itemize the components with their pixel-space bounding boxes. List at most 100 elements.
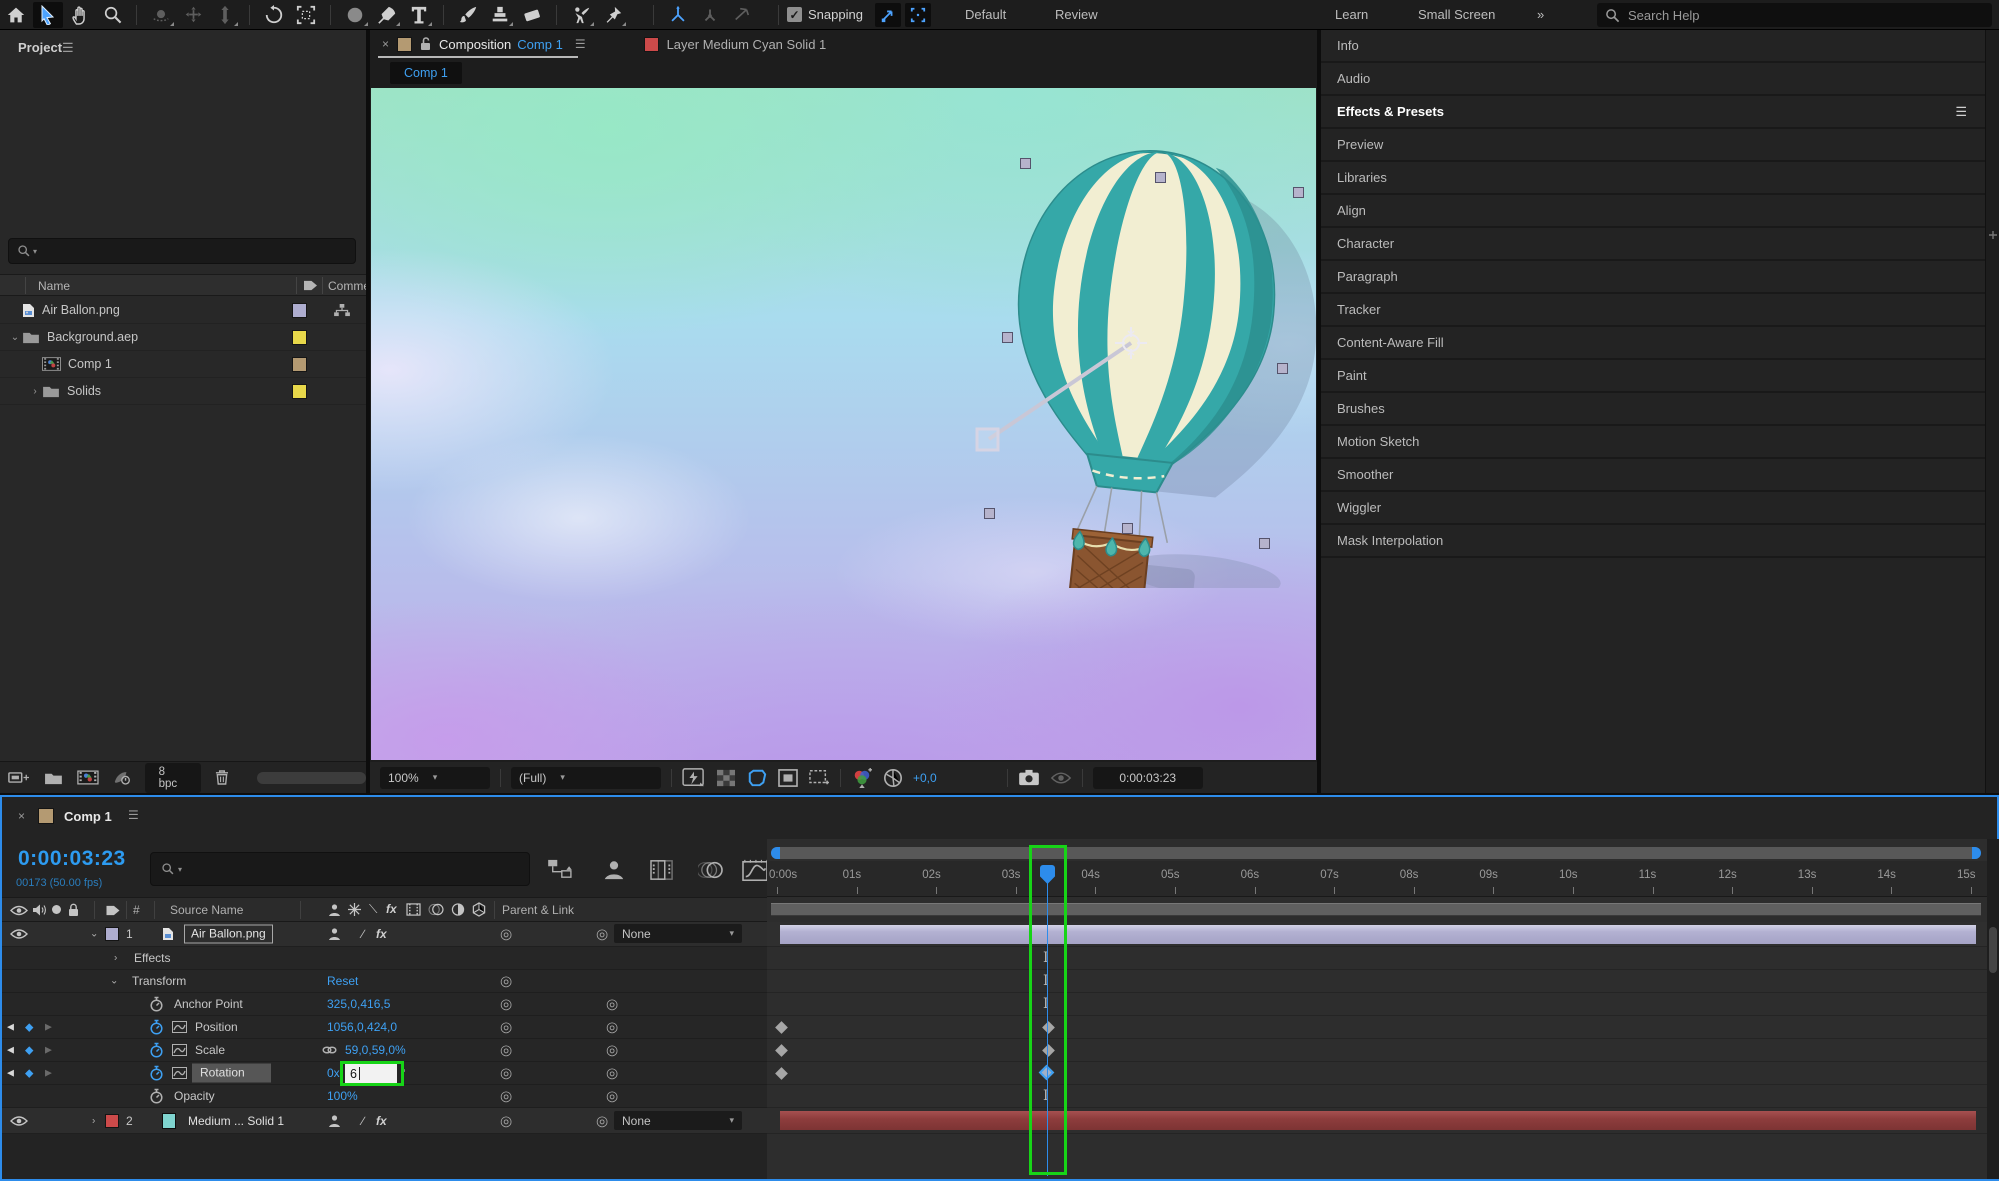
pickwhip-icon[interactable]: ◎ (500, 1019, 512, 1036)
next-keyframe-icon[interactable]: ▶ (45, 1045, 52, 1056)
stopwatch-icon-active[interactable] (149, 1065, 164, 1081)
graph-toggle-icon[interactable] (172, 1067, 187, 1079)
pickwhip-icon[interactable]: ◎ (500, 1042, 512, 1059)
layer1-duration-bar[interactable] (780, 925, 1976, 944)
fx-toggle-icon[interactable]: fx (376, 1114, 387, 1128)
close-tab-icon[interactable]: × (18, 809, 25, 823)
label-color-swatch[interactable] (292, 356, 307, 372)
sidebar-panel-effects-presets[interactable]: Effects & Presets ☰ (1321, 96, 1985, 129)
parent-pickwhip-icon[interactable]: ◎ (606, 1042, 618, 1059)
layer-row-air-ballon[interactable]: ⌄ 1 Air Ballon.png ∕ fx ◎ ◎ None ▾ (2, 922, 767, 947)
channel-rgb-icon[interactable] (851, 767, 873, 788)
effects-group-label[interactable]: Effects (134, 951, 170, 965)
column-name[interactable]: Name (38, 279, 70, 293)
exposure-shutter-icon[interactable] (883, 768, 903, 788)
project-search-input[interactable]: ▾ (8, 238, 356, 264)
3d-layer-switch-icon[interactable] (472, 902, 486, 917)
layer-number-column[interactable]: # (133, 903, 140, 917)
transform-group-row[interactable]: ⌄ Transform Reset ◎ (2, 970, 767, 993)
anchor-point-label[interactable]: Anchor Point (174, 997, 243, 1011)
rotation-row[interactable]: ◀ ◆ ▶ Rotation 0x 6 ° ◎ ◎ (2, 1061, 767, 1086)
fx-toggle-icon[interactable]: fx (376, 927, 387, 941)
motion-blur-switch-icon[interactable] (428, 903, 444, 916)
new-composition-icon[interactable] (77, 770, 99, 785)
project-scrollbar[interactable] (256, 771, 366, 784)
zoom-tool-icon[interactable] (97, 2, 127, 28)
transform-group-label[interactable]: Transform (132, 974, 186, 988)
keyframe[interactable] (775, 1067, 788, 1080)
sidebar-panel-paint[interactable]: Paint (1321, 360, 1985, 393)
mask-visibility-icon[interactable] (778, 768, 798, 787)
sidebar-panel-motion-sketch[interactable]: Motion Sketch (1321, 426, 1985, 459)
graph-editor-icon[interactable] (742, 859, 768, 883)
fx-switch-icon[interactable]: fx (386, 902, 397, 916)
shy-toggle-icon[interactable] (328, 1114, 341, 1128)
current-timecode[interactable]: 0:00:03:23 (18, 847, 126, 871)
layer-handle[interactable] (984, 508, 995, 519)
opacity-label[interactable]: Opacity (174, 1089, 215, 1103)
label-color-swatch[interactable] (292, 302, 307, 318)
comp-panel-menu-icon[interactable]: ☰ (575, 37, 586, 51)
grid-guides-icon[interactable] (808, 768, 830, 787)
layer-row-solid[interactable]: › 2 Medium ... Solid 1 ∕ fx ◎ ◎ None ▾ (2, 1108, 767, 1134)
effects-group-row[interactable]: › Effects (2, 947, 767, 970)
pickwhip-icon[interactable]: ◎ (500, 996, 512, 1013)
snapshot-camera-icon[interactable] (1018, 769, 1040, 786)
timeline-tab-name[interactable]: Comp 1 (64, 809, 112, 824)
selection-tool-icon[interactable] (33, 1, 63, 28)
project-item-comp-1[interactable]: Comp 1 (0, 351, 366, 378)
layer-source-name[interactable]: Air Ballon.png (184, 924, 273, 944)
type-tool-icon[interactable] (404, 2, 434, 28)
layer2-track[interactable] (767, 1108, 1987, 1134)
navigator-end-handle[interactable] (1972, 847, 1981, 859)
parent-pickwhip-icon[interactable]: ◎ (596, 926, 608, 943)
scale-row[interactable]: ◀ ◆ ▶ Scale 59,0,59,0% ◎ ◎ (2, 1039, 767, 1062)
project-item-solids[interactable]: › Solids (0, 378, 366, 405)
frame-blend-switch-icon[interactable] (406, 903, 421, 916)
adjustment-layer-switch-icon[interactable] (451, 903, 465, 916)
help-search-input[interactable]: Search Help (1597, 3, 1992, 27)
sidebar-panel-tracker[interactable]: Tracker (1321, 294, 1985, 327)
camera-roi-icon[interactable] (291, 2, 321, 28)
tab-composition-label[interactable]: Composition (439, 37, 511, 52)
source-name-column[interactable]: Source Name (170, 903, 243, 917)
workspace-tab-small-screen[interactable]: Small Screen (1418, 7, 1495, 22)
layer1-track[interactable] (767, 922, 1987, 947)
pickwhip-icon[interactable]: ◎ (500, 926, 512, 943)
brush-tool-icon[interactable] (453, 2, 483, 28)
rotation-revolutions[interactable]: 0x (327, 1066, 340, 1080)
snap-features-toggle-icon[interactable] (874, 2, 901, 27)
prev-keyframe-icon[interactable]: ◀ (7, 1068, 14, 1079)
sidebar-panel-preview[interactable]: Preview (1321, 129, 1985, 162)
frame-blending-icon[interactable] (650, 859, 674, 881)
close-tab-icon[interactable]: × (382, 37, 389, 51)
layer-handle[interactable] (1293, 187, 1304, 198)
trash-icon[interactable] (215, 770, 229, 785)
shy-switch-icon[interactable] (328, 903, 341, 917)
sidebar-panel-wiggler[interactable]: Wiggler (1321, 492, 1985, 525)
shape-ellipse-tool-icon[interactable] (340, 2, 370, 28)
quality-toggle-icon[interactable]: ∕ (362, 927, 364, 941)
group-expander[interactable]: › (114, 953, 117, 964)
project-item-air-ballon-png[interactable]: Air Ballon.png (0, 297, 366, 324)
position-row[interactable]: ◀ ◆ ▶ Position 1056,0,424,0 ◎ ◎ (2, 1016, 767, 1039)
sidebar-panel-smoother[interactable]: Smoother (1321, 459, 1985, 492)
solo-column-icon[interactable] (52, 905, 61, 914)
layer-handle[interactable] (1277, 363, 1288, 374)
audio-column-speaker-icon[interactable] (33, 904, 46, 916)
quality-switch-icon[interactable]: ⟍ (369, 902, 377, 917)
parent-pickwhip-icon[interactable]: ◎ (606, 1088, 618, 1105)
axis-view-icon[interactable] (727, 2, 757, 28)
sidebar-panel-character[interactable]: Character (1321, 228, 1985, 261)
label-column-icon[interactable] (105, 904, 121, 917)
sidebar-panel-libraries[interactable]: Libraries (1321, 162, 1985, 195)
motion-blur-icon[interactable] (698, 859, 724, 881)
tab-layer-label[interactable]: Layer Medium Cyan Solid 1 (667, 37, 827, 52)
sidebar-panel-align[interactable]: Align (1321, 195, 1985, 228)
project-flowchart-icon[interactable] (8, 770, 30, 785)
rotation-label[interactable]: Rotation (192, 1063, 271, 1083)
timeline-navigator-bar[interactable] (771, 847, 1981, 859)
render-engine-icon[interactable] (113, 770, 131, 786)
position-label[interactable]: Position (195, 1020, 238, 1034)
graph-toggle-icon[interactable] (172, 1021, 187, 1033)
